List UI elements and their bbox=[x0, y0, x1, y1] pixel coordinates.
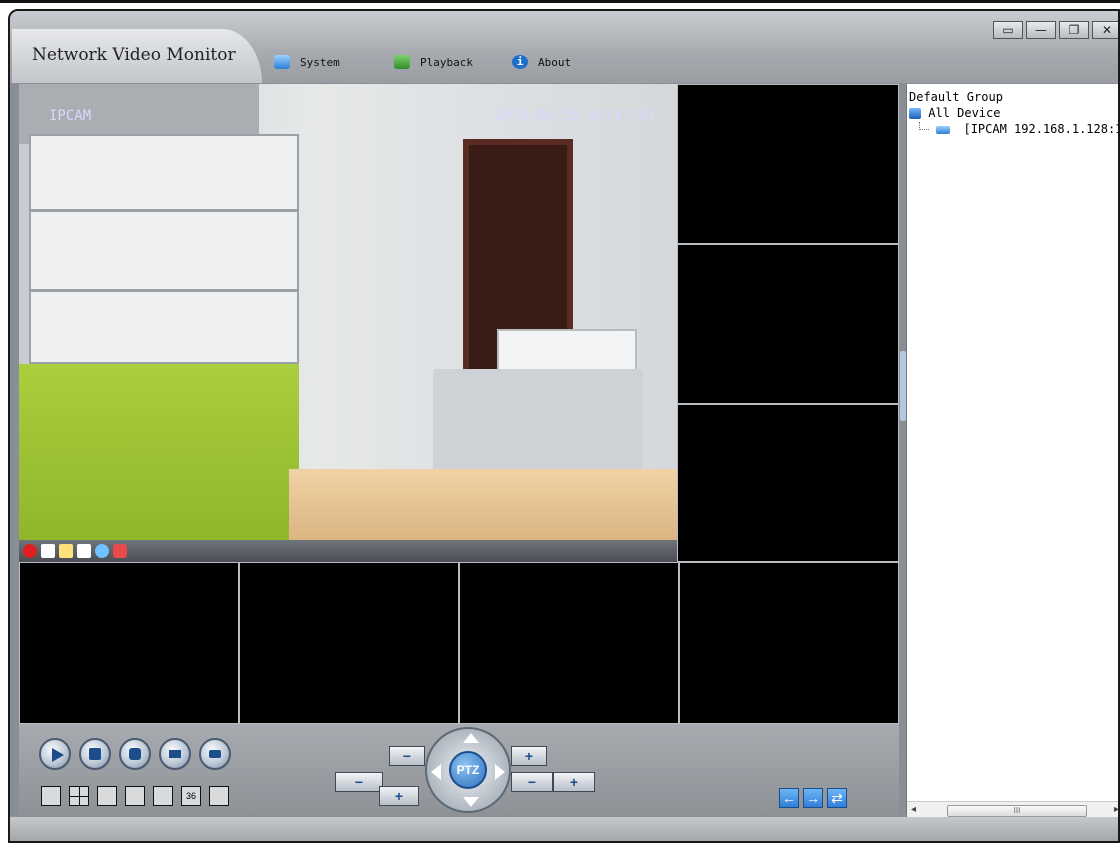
snapshot-button[interactable] bbox=[119, 738, 151, 770]
ptz-joystick[interactable]: PTZ bbox=[425, 727, 511, 813]
shelf-line bbox=[29, 289, 299, 292]
title-bar: Network Video Monitor System Playback i … bbox=[10, 11, 1118, 83]
shelf-unit bbox=[29, 134, 299, 364]
stop-button[interactable] bbox=[79, 738, 111, 770]
video-cell-7[interactable] bbox=[459, 562, 679, 724]
layout-36-button[interactable]: 36 bbox=[181, 786, 201, 806]
window-controls: ▭ — ❐ ✕ bbox=[993, 21, 1118, 39]
device-panel: Default Group All Device [IPCAM 192.168.… bbox=[906, 84, 1120, 819]
app-window: Network Video Monitor System Playback i … bbox=[8, 9, 1120, 843]
video-cell-4[interactable] bbox=[677, 404, 899, 562]
talk-icon[interactable] bbox=[77, 544, 91, 558]
layout-4-button[interactable] bbox=[69, 786, 89, 806]
tree-connector bbox=[919, 122, 929, 130]
ptz-left-icon[interactable] bbox=[431, 764, 441, 780]
fullscreen-button[interactable] bbox=[209, 786, 229, 806]
minimize-button[interactable]: — bbox=[1026, 21, 1056, 39]
zoom-in-button[interactable]: + bbox=[379, 786, 419, 806]
display-icon bbox=[209, 750, 221, 758]
camera-label: IPCAM bbox=[49, 108, 92, 124]
play-button[interactable] bbox=[39, 738, 71, 770]
network-icon bbox=[909, 108, 921, 119]
ptz-right-icon[interactable] bbox=[495, 764, 505, 780]
scroll-left-icon[interactable]: ◂ bbox=[911, 804, 916, 815]
video-cell-8[interactable] bbox=[679, 562, 899, 724]
video-grid: IPCAM 2014-06-25 14:47:01 bbox=[19, 84, 899, 724]
menu-system[interactable]: System bbox=[274, 55, 340, 69]
record-video-icon bbox=[169, 750, 181, 758]
scroll-thumb[interactable]: III bbox=[947, 805, 1087, 817]
status-bar bbox=[10, 817, 1118, 841]
menu-playback[interactable]: Playback bbox=[394, 55, 473, 69]
record-icon[interactable] bbox=[23, 544, 37, 558]
iris-close-button[interactable]: − bbox=[511, 772, 553, 792]
tree-device[interactable]: [IPCAM 192.168.1.128:1] bbox=[919, 122, 1120, 136]
zoom-out-button[interactable]: − bbox=[335, 772, 383, 792]
tree-root[interactable]: All Device bbox=[909, 106, 1000, 120]
ptz-control-icon[interactable] bbox=[95, 544, 109, 558]
playback-icon bbox=[394, 55, 410, 69]
video-cell-6[interactable] bbox=[239, 562, 459, 724]
snapshot-icon[interactable] bbox=[41, 544, 55, 558]
ptz-up-icon[interactable] bbox=[463, 733, 479, 743]
tree-device-label: [IPCAM 192.168.1.128:1] bbox=[963, 122, 1120, 136]
menu-about[interactable]: i About bbox=[512, 55, 571, 69]
focus-near-button[interactable]: − bbox=[389, 746, 425, 766]
video-cell-1[interactable]: IPCAM 2014-06-25 14:47:01 bbox=[19, 84, 677, 562]
restore-layout-button[interactable]: ▭ bbox=[993, 21, 1023, 39]
previous-group-button[interactable]: ← bbox=[779, 788, 799, 808]
menu-playback-label: Playback bbox=[420, 55, 473, 69]
partition bbox=[433, 369, 643, 479]
camera-snapshot-icon bbox=[129, 748, 141, 760]
cycle-group-button[interactable]: ⇄ bbox=[827, 788, 847, 808]
video-cell-2[interactable] bbox=[677, 84, 899, 244]
window-top-border bbox=[0, 0, 1120, 3]
scroll-right-icon[interactable]: ▸ bbox=[1114, 804, 1118, 815]
iris-open-button[interactable]: + bbox=[553, 772, 595, 792]
stop-icon bbox=[89, 748, 101, 760]
play-icon bbox=[52, 748, 64, 762]
video-cell-3[interactable] bbox=[677, 244, 899, 404]
video-cell-5[interactable] bbox=[19, 562, 239, 724]
green-cabinet bbox=[19, 364, 299, 544]
close-button[interactable]: ✕ bbox=[1092, 21, 1118, 39]
grid-icon-h bbox=[70, 796, 88, 797]
audio-icon[interactable] bbox=[59, 544, 73, 558]
focus-far-button[interactable]: + bbox=[511, 746, 547, 766]
timestamp: 2014-06-25 14:47:01 bbox=[495, 108, 656, 124]
ptz-down-icon[interactable] bbox=[463, 797, 479, 807]
layout-9-button[interactable] bbox=[125, 786, 145, 806]
system-monitor-icon bbox=[274, 55, 290, 69]
layout-1-button[interactable] bbox=[41, 786, 61, 806]
shelf-line bbox=[29, 209, 299, 212]
tree-root-label: All Device bbox=[928, 106, 1001, 120]
menu-system-label: System bbox=[300, 55, 340, 69]
feed-toolbar bbox=[19, 540, 677, 562]
settings-button[interactable] bbox=[199, 738, 231, 770]
layout-16-button[interactable] bbox=[153, 786, 173, 806]
camera-icon bbox=[936, 125, 951, 134]
alarm-icon[interactable] bbox=[113, 544, 127, 558]
record-button[interactable] bbox=[159, 738, 191, 770]
ptz-center-button[interactable]: PTZ bbox=[449, 751, 487, 789]
info-icon: i bbox=[512, 55, 528, 69]
menu-about-label: About bbox=[538, 55, 572, 69]
next-group-button[interactable]: → bbox=[803, 788, 823, 808]
app-title: Network Video Monitor bbox=[32, 45, 236, 65]
layout-6-button[interactable] bbox=[97, 786, 117, 806]
maximize-button[interactable]: ❐ bbox=[1059, 21, 1089, 39]
control-bar: 36 − + − + − + PTZ ← → ⇄ bbox=[19, 724, 899, 816]
tree-group[interactable]: Default Group bbox=[909, 90, 1003, 104]
